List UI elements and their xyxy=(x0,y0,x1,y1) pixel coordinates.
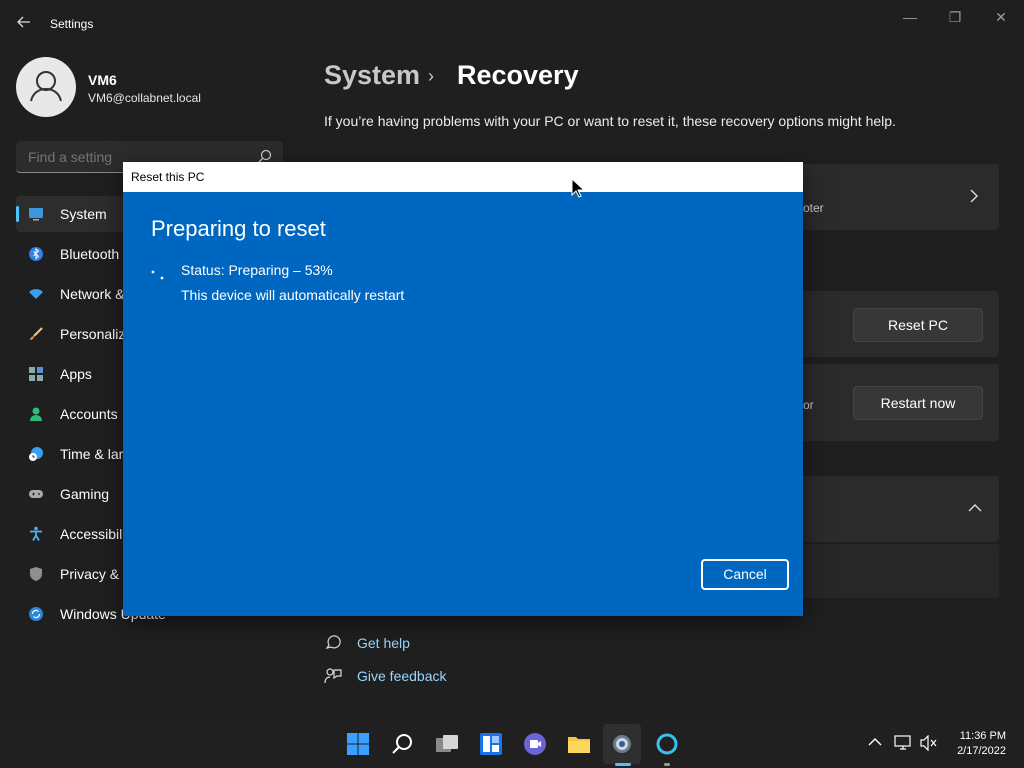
card-description: oter xyxy=(803,201,824,215)
person-icon xyxy=(30,407,42,421)
brush-icon xyxy=(30,327,43,340)
dialog-title-bar[interactable]: Reset this PC xyxy=(123,162,803,192)
maximize-button[interactable]: ❐ xyxy=(935,8,975,26)
dialog-heading: Preparing to reset xyxy=(151,216,326,241)
title-bar: Settings — ❐ ✕ xyxy=(0,0,1024,48)
system-clock[interactable]: 11:36 PM 2/17/2022 xyxy=(957,729,1006,759)
sidebar-item-label: System xyxy=(60,206,107,222)
clock-globe-icon xyxy=(29,447,43,461)
sidebar-item-label: Network & xyxy=(60,286,125,302)
clock-time: 11:36 PM xyxy=(959,730,1006,742)
card-description: or xyxy=(803,398,814,412)
update-icon xyxy=(29,607,43,621)
wifi-icon xyxy=(29,289,43,299)
clock-date: 2/17/2022 xyxy=(957,745,1006,757)
loading-spinner-icon xyxy=(151,270,164,280)
search-icon[interactable] xyxy=(391,732,415,756)
breadcrumb-parent[interactable]: System xyxy=(324,60,420,91)
bluetooth-icon xyxy=(29,247,43,261)
running-indicator xyxy=(664,763,670,766)
sidebar-item-label: Accounts xyxy=(60,406,118,422)
volume-muted-icon[interactable] xyxy=(920,735,938,751)
status-text: Status: Preparing – 53% xyxy=(181,262,333,278)
sidebar-item-label: Time & lar xyxy=(60,446,124,462)
person-icon xyxy=(30,71,62,102)
sidebar-item-label: Apps xyxy=(60,366,92,382)
feedback-icon xyxy=(324,668,342,684)
monitor-icon xyxy=(29,208,43,221)
sidebar-item-label: Gaming xyxy=(60,486,110,502)
reset-pc-button[interactable]: Reset PC xyxy=(853,308,983,342)
cancel-button[interactable]: Cancel xyxy=(701,559,789,590)
apps-icon xyxy=(29,367,43,381)
avatar[interactable] xyxy=(16,57,76,117)
gamepad-icon xyxy=(29,490,43,498)
accessibility-icon xyxy=(30,526,42,541)
dialog-title: Reset this PC xyxy=(131,170,205,184)
user-email: VM6@collabnet.local xyxy=(88,91,201,105)
close-button[interactable]: ✕ xyxy=(981,8,1021,26)
get-help-link[interactable]: Get help xyxy=(357,635,410,651)
start-icon[interactable] xyxy=(346,732,370,756)
page-title: Recovery xyxy=(457,60,579,90)
mouse-cursor-icon xyxy=(571,178,585,198)
page-subtitle: If you’re having problems with your PC o… xyxy=(324,113,896,129)
breadcrumb-chevron-icon: › xyxy=(428,66,434,86)
shield-icon xyxy=(30,567,42,581)
cortana-icon[interactable] xyxy=(655,732,679,756)
network-icon[interactable] xyxy=(894,735,912,751)
file-explorer-icon[interactable] xyxy=(567,732,591,756)
settings-icon[interactable] xyxy=(610,732,634,756)
sidebar-item-label: Privacy & xyxy=(60,566,120,582)
chevron-right-icon xyxy=(970,189,978,203)
sidebar-item-label: Bluetooth xyxy=(60,246,120,262)
reset-dialog: Reset this PC Preparing to reset Status:… xyxy=(123,162,803,616)
minimize-button[interactable]: — xyxy=(890,8,930,26)
app-title: Settings xyxy=(50,17,94,31)
teams-chat-icon[interactable] xyxy=(523,732,547,756)
sidebar-item-label: Personaliz xyxy=(60,326,126,342)
give-feedback-link[interactable]: Give feedback xyxy=(357,668,447,684)
user-name: VM6 xyxy=(88,72,117,88)
help-icon xyxy=(325,635,341,649)
chevron-up-icon xyxy=(968,504,982,512)
taskbar: 11:36 PM 2/17/2022 xyxy=(0,720,1024,768)
active-indicator xyxy=(615,763,631,766)
widgets-icon[interactable] xyxy=(479,732,503,756)
restart-now-button[interactable]: Restart now xyxy=(853,386,983,420)
selection-marker xyxy=(16,206,19,222)
chevron-up-icon[interactable] xyxy=(868,737,882,747)
task-view-icon[interactable] xyxy=(435,732,459,756)
sidebar-item-label: Accessibili xyxy=(60,526,126,542)
back-arrow-icon[interactable] xyxy=(16,14,34,32)
restart-note: This device will automatically restart xyxy=(181,287,405,303)
